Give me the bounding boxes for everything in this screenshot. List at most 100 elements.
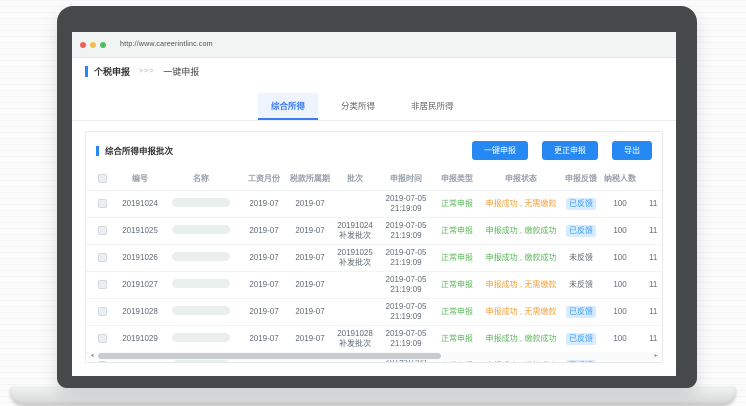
laptop-base: [10, 386, 736, 405]
tab-comprehensive-income[interactable]: 综合所得: [258, 93, 318, 120]
cell-declare-status: 申报成功 , 缴款成功: [480, 245, 562, 272]
scroll-left-arrow-icon[interactable]: ◂: [88, 352, 96, 360]
cell-declare-time: 2019-07-05 21:19:09: [378, 326, 434, 353]
export-button[interactable]: 导出: [612, 141, 652, 160]
row-checkbox[interactable]: [98, 307, 107, 316]
cell-tax-period: 2019-07: [288, 326, 332, 353]
cell-declare-time: 2019-07-05 21:19:09: [378, 218, 434, 245]
table-row: 20191025 2019-07 2019-07 20191024 补发批次 2…: [86, 218, 662, 245]
cell-salary-month: 2019-07: [240, 272, 288, 299]
row-checkbox[interactable]: [98, 334, 107, 343]
breadcrumb-accent-bar: [85, 66, 88, 77]
name-redacted-placeholder: [172, 252, 230, 261]
cell-salary-month: 2019-07: [240, 299, 288, 326]
close-window-icon[interactable]: [80, 42, 86, 48]
tab-classified-income[interactable]: 分类所得: [328, 93, 388, 120]
table-row: 20191027 2019-07 2019-07 2019-07-05 21:1…: [86, 272, 662, 299]
cell-declare-type: 正常申报: [434, 218, 480, 245]
cell-declare-type: 正常申报: [434, 245, 480, 272]
cell-taxpayer-count: 100: [600, 191, 640, 218]
feedback-badge: 未反馈: [566, 252, 596, 264]
cell-batch: [332, 299, 378, 326]
zoom-window-icon[interactable]: [100, 42, 106, 48]
cell-declare-time: 2019-07-05 21:19:09: [378, 299, 434, 326]
row-checkbox[interactable]: [98, 199, 107, 208]
cell-batch: 20191025 补发批次: [332, 245, 378, 272]
breadcrumb: 个税申报 >>> 一键申报: [72, 58, 676, 78]
header-declare-type: 申报类型: [434, 167, 480, 191]
header-declare-status: 申报状态: [480, 167, 562, 191]
cell-tax-period: 2019-07: [288, 218, 332, 245]
laptop-bezel: http://www.careerintlinc.com 个税申报 >>> 一键…: [57, 6, 697, 388]
header-declare-time: 申报时间: [378, 167, 434, 191]
cell-batch-id: 20191026: [118, 245, 162, 272]
cell-clipped-amount: 11: [640, 191, 662, 218]
horizontal-scrollbar[interactable]: ◂ ▸: [88, 352, 660, 360]
cell-batch-id: 20191029: [118, 326, 162, 353]
cell-declare-type: 正常申报: [434, 299, 480, 326]
cell-declare-type: 正常申报: [434, 326, 480, 353]
cell-batch: 20191024 补发批次: [332, 218, 378, 245]
table-row: 20191026 2019-07 2019-07 20191025 补发批次 2…: [86, 245, 662, 272]
header-name: 名称: [162, 167, 240, 191]
table-header-row: 编号 名称 工资月份 税款所属期 批次 申报时间 申报类型 申报状态 申报反馈: [86, 167, 662, 191]
feedback-badge: 已反馈: [566, 306, 596, 318]
header-declare-feedback: 申报反馈: [562, 167, 600, 191]
cell-declare-status: 申报成功 , 缴款成功: [480, 218, 562, 245]
cell-batch-id: 20191025: [118, 218, 162, 245]
cell-declare-time: 2019-07-05 21:19:09: [378, 191, 434, 218]
page-content: 个税申报 >>> 一键申报 综合所得 分类所得 非居民所得 综合所得申报批次: [72, 58, 676, 376]
one-click-declare-button[interactable]: 一键申报: [472, 141, 528, 160]
cell-taxpayer-count: 100: [600, 218, 640, 245]
cell-clipped-amount: 11: [640, 218, 662, 245]
cell-declare-type: 正常申报: [434, 272, 480, 299]
cell-clipped-amount: 11: [640, 272, 662, 299]
feedback-badge: 已反馈: [566, 360, 596, 363]
browser-titlebar: http://www.careerintlinc.com: [72, 32, 676, 58]
select-all-checkbox[interactable]: [98, 174, 107, 183]
breadcrumb-section[interactable]: 个税申报: [94, 65, 130, 78]
batch-table-container: 编号 名称 工资月份 税款所属期 批次 申报时间 申报类型 申报状态 申报反馈: [86, 167, 662, 363]
cell-batch: 20191028 补发批次: [332, 326, 378, 353]
panel-title: 综合所得申报批次: [105, 145, 173, 157]
cell-salary-month: 2019-07: [240, 191, 288, 218]
browser-window: http://www.careerintlinc.com 个税申报 >>> 一键…: [72, 32, 676, 376]
tab-bar: 综合所得 分类所得 非居民所得: [72, 93, 676, 121]
row-checkbox[interactable]: [98, 280, 107, 289]
panel-title-accent-bar: [96, 146, 99, 156]
name-redacted-placeholder: [172, 306, 230, 315]
declare-batch-panel: 综合所得申报批次 一键申报 更正申报 导出: [85, 131, 663, 363]
name-redacted-placeholder: [172, 279, 230, 288]
cell-batch: [332, 191, 378, 218]
name-redacted-placeholder: [172, 360, 230, 363]
cell-taxpayer-count: 100: [600, 299, 640, 326]
row-checkbox[interactable]: [98, 253, 107, 262]
cell-declare-status: 申报成功 , 缴款成功: [480, 326, 562, 353]
cell-declare-type: 正常申报: [434, 191, 480, 218]
url-text[interactable]: http://www.careerintlinc.com: [120, 41, 213, 48]
cell-batch-id: 20191024: [118, 191, 162, 218]
name-redacted-placeholder: [172, 198, 230, 207]
cell-batch-id: 20191027: [118, 272, 162, 299]
scroll-right-arrow-icon[interactable]: ▸: [652, 352, 660, 360]
header-salary-month: 工资月份: [240, 167, 288, 191]
cell-taxpayer-count: 100: [600, 326, 640, 353]
scrollbar-thumb[interactable]: [98, 353, 441, 359]
cell-declare-time: 2019-07-05 21:19:09: [378, 272, 434, 299]
cell-salary-month: 2019-07: [240, 245, 288, 272]
cell-clipped-amount: 11: [640, 245, 662, 272]
cell-declare-status: 申报成功 , 无需缴款: [480, 299, 562, 326]
header-taxpayer-count: 纳税人数: [600, 167, 640, 191]
breadcrumb-current: 一键申报: [163, 65, 199, 78]
row-checkbox[interactable]: [98, 226, 107, 235]
correct-declare-button[interactable]: 更正申报: [542, 141, 598, 160]
cell-clipped-amount: 11: [640, 326, 662, 353]
row-checkbox[interactable]: [98, 361, 107, 363]
minimize-window-icon[interactable]: [90, 42, 96, 48]
header-id: 编号: [118, 167, 162, 191]
tab-nonresident-income[interactable]: 非居民所得: [398, 93, 467, 120]
cell-tax-period: 2019-07: [288, 191, 332, 218]
batch-table: 编号 名称 工资月份 税款所属期 批次 申报时间 申报类型 申报状态 申报反馈: [86, 167, 662, 363]
name-redacted-placeholder: [172, 225, 230, 234]
cell-salary-month: 2019-07: [240, 218, 288, 245]
